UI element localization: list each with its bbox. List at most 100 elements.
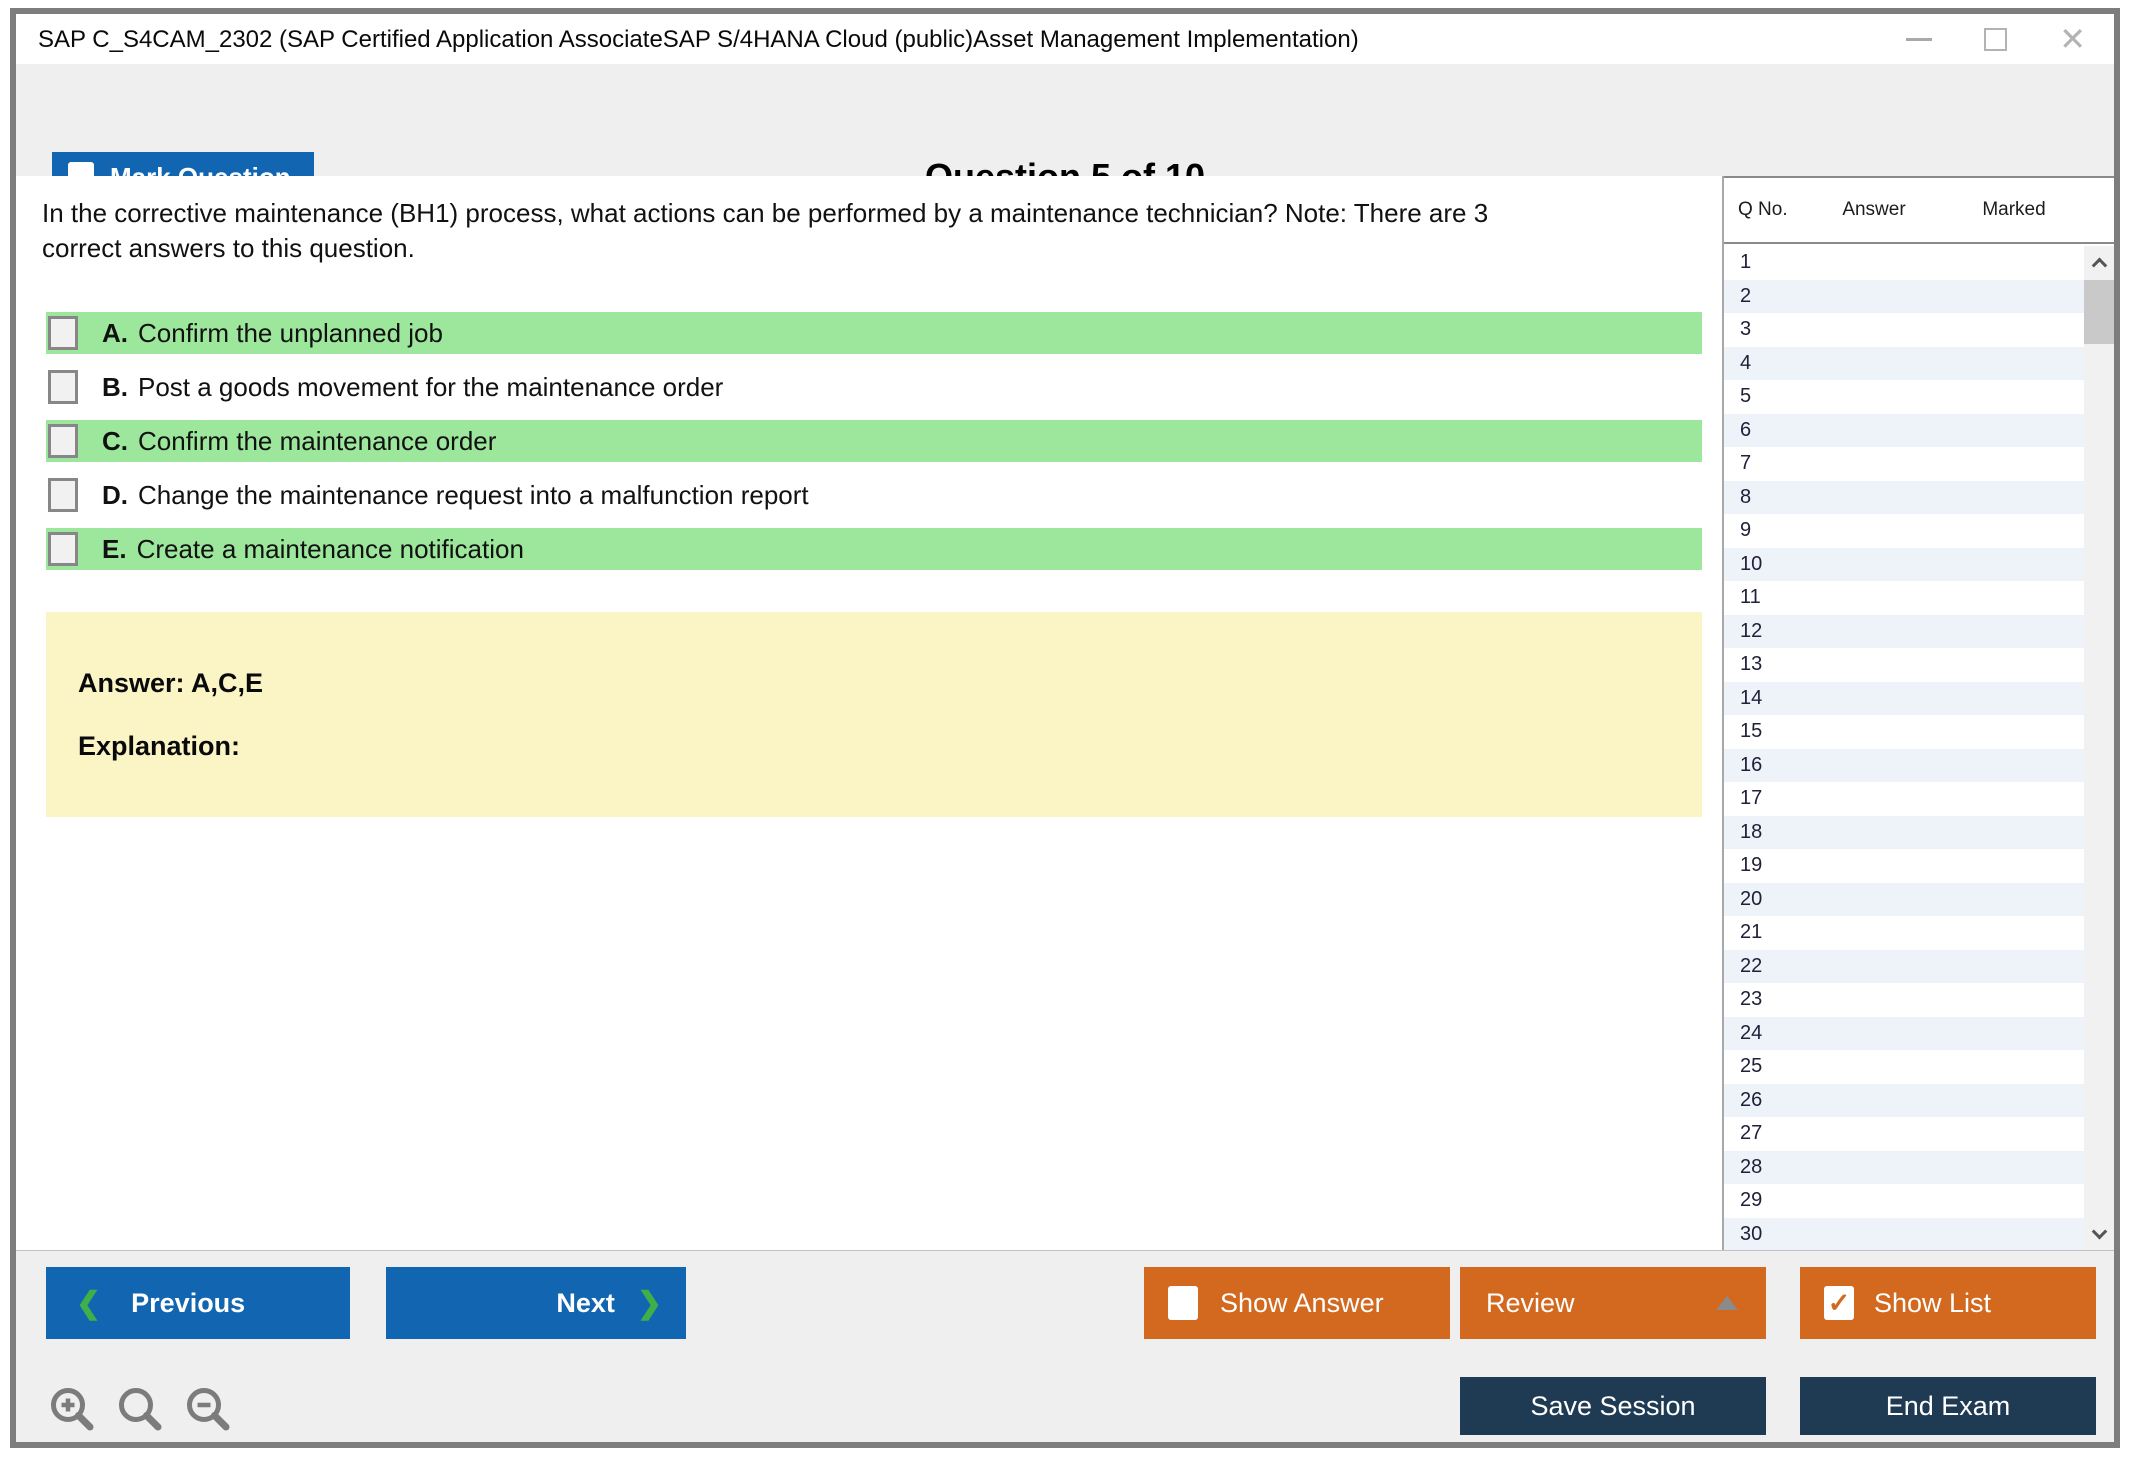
end-exam-button[interactable]: End Exam: [1800, 1377, 2096, 1435]
app-window: SAP C_S4CAM_2302 (SAP Certified Applicat…: [10, 8, 2120, 1448]
maximize-icon: [1984, 27, 2008, 51]
question-list-row[interactable]: 8: [1724, 480, 2084, 514]
question-list-row[interactable]: 22: [1724, 949, 2084, 983]
option-checkbox[interactable]: [48, 370, 78, 404]
chevron-down-icon: [2091, 1223, 2107, 1239]
sidebar-scrollbar[interactable]: [2084, 246, 2114, 1250]
question-list-row[interactable]: 7: [1724, 447, 2084, 481]
question-number: 3: [1740, 318, 1752, 340]
option-checkbox[interactable]: [48, 424, 78, 458]
question-number: 20: [1740, 887, 1763, 910]
question-number: 19: [1740, 854, 1763, 876]
previous-button[interactable]: ❮ Previous: [46, 1267, 350, 1339]
question-list-row[interactable]: 11: [1724, 581, 2084, 615]
question-list-row[interactable]: 19: [1724, 849, 2084, 883]
question-list-row[interactable]: 6: [1724, 413, 2084, 447]
previous-label: Previous: [131, 1287, 246, 1318]
question-number: 1: [1740, 251, 1752, 273]
question-number: 26: [1740, 1088, 1763, 1111]
question-list-row[interactable]: 9: [1724, 514, 2084, 548]
question-number: 12: [1740, 619, 1763, 642]
question-list-row[interactable]: 29: [1724, 1184, 2084, 1218]
question-number: 11: [1740, 586, 1761, 608]
minimize-button[interactable]: [1906, 37, 1933, 41]
zoom-out-icon[interactable]: [182, 1385, 236, 1439]
show-answer-checkbox[interactable]: [1168, 1286, 1198, 1320]
question-list-row[interactable]: 25: [1724, 1050, 2084, 1084]
scrollbar-up-button[interactable]: [2084, 246, 2114, 278]
scrollbar-thumb[interactable]: [2084, 280, 2114, 344]
save-session-button[interactable]: Save Session: [1460, 1377, 1766, 1435]
question-list-row[interactable]: 15: [1724, 715, 2084, 749]
next-button[interactable]: Next ❯: [386, 1267, 686, 1339]
close-icon: ✕: [2059, 21, 2086, 57]
question-list-row[interactable]: 5: [1724, 380, 2084, 414]
zoom-in-icon[interactable]: [46, 1385, 100, 1439]
question-list-row[interactable]: 27: [1724, 1117, 2084, 1151]
question-list-row[interactable]: 2: [1724, 279, 2084, 313]
option-row-a[interactable]: A. Confirm the unplanned job: [46, 312, 1702, 354]
question-list-row[interactable]: 3: [1724, 313, 2084, 347]
scrollbar-down-button[interactable]: [2084, 1218, 2114, 1250]
chevron-up-icon: [2091, 257, 2107, 273]
question-list: 1 2 3 4 5 6 7 8 9 10 11 12 13 14 15 16 17 18 19 20 21 22 23 24 2…: [1724, 246, 2084, 1250]
column-header-answer: Answer: [1842, 199, 1906, 220]
question-number: 18: [1740, 820, 1763, 843]
option-text: Confirm the maintenance order: [138, 425, 497, 456]
question-list-row[interactable]: 24: [1724, 1016, 2084, 1050]
question-number: 5: [1740, 385, 1752, 407]
option-checkbox[interactable]: [48, 316, 78, 350]
question-number: 9: [1740, 519, 1752, 541]
question-list-row[interactable]: 20: [1724, 882, 2084, 916]
show-answer-button[interactable]: Show Answer: [1144, 1267, 1450, 1339]
question-list-row[interactable]: 12: [1724, 614, 2084, 648]
question-number: 8: [1740, 485, 1752, 508]
minimize-icon: [1906, 37, 1933, 41]
show-list-label: Show List: [1874, 1287, 1992, 1318]
sidebar-header: Q No. Answer Marked: [1724, 176, 2114, 244]
zoom-reset-icon[interactable]: [114, 1385, 168, 1439]
option-checkbox[interactable]: [48, 532, 78, 566]
option-row-b[interactable]: B. Post a goods movement for the maintena…: [46, 366, 1702, 408]
question-list-row[interactable]: 10: [1724, 547, 2084, 581]
explanation-label: Explanation:: [78, 731, 241, 761]
question-list-row[interactable]: 30: [1724, 1217, 2084, 1250]
chevron-left-icon: ❮: [76, 1286, 102, 1320]
question-list-row[interactable]: 17: [1724, 782, 2084, 816]
option-letter: D.: [102, 479, 128, 510]
review-button[interactable]: Review: [1460, 1267, 1766, 1339]
answer-label: Answer: A,C,E: [78, 668, 264, 698]
save-session-label: Save Session: [1530, 1390, 1696, 1421]
maximize-button[interactable]: [1984, 27, 2008, 51]
option-letter: E.: [102, 533, 127, 564]
question-list-row[interactable]: 18: [1724, 815, 2084, 849]
window-title: SAP C_S4CAM_2302 (SAP Certified Applicat…: [38, 26, 1359, 53]
bottom-bar: ❮ Previous Next ❯ Show Answer Review ✓ S…: [16, 1250, 2114, 1442]
question-list-row[interactable]: 23: [1724, 983, 2084, 1017]
triangle-up-icon: [1716, 1296, 1738, 1310]
question-list-row[interactable]: 13: [1724, 648, 2084, 682]
zoom-tools: [46, 1385, 236, 1439]
option-row-e[interactable]: E. Create a maintenance notification: [46, 528, 1702, 570]
question-number: 28: [1740, 1155, 1763, 1178]
question-list-row[interactable]: 4: [1724, 346, 2084, 380]
question-list-row[interactable]: 26: [1724, 1083, 2084, 1117]
question-list-row[interactable]: 1: [1724, 246, 2084, 280]
option-checkbox[interactable]: [48, 478, 78, 512]
close-button[interactable]: ✕: [2059, 14, 2086, 64]
option-row-c[interactable]: C. Confirm the maintenance order: [46, 420, 1702, 462]
show-answer-label: Show Answer: [1220, 1287, 1384, 1318]
question-number: 13: [1740, 653, 1763, 675]
option-row-d[interactable]: D. Change the maintenance request into a …: [46, 474, 1702, 516]
question-number: 14: [1740, 686, 1763, 709]
header-bar: Question 5 of 10 Mark Question: [16, 64, 2114, 202]
show-list-button[interactable]: ✓ Show List: [1800, 1267, 2096, 1339]
question-number: 30: [1740, 1222, 1763, 1245]
show-list-checkbox[interactable]: ✓: [1824, 1286, 1854, 1320]
question-number: 15: [1740, 720, 1763, 742]
question-list-row[interactable]: 16: [1724, 748, 2084, 782]
question-list-row[interactable]: 28: [1724, 1150, 2084, 1184]
question-list-row[interactable]: 14: [1724, 681, 2084, 715]
question-list-row[interactable]: 21: [1724, 916, 2084, 950]
option-letter: B.: [102, 371, 128, 402]
